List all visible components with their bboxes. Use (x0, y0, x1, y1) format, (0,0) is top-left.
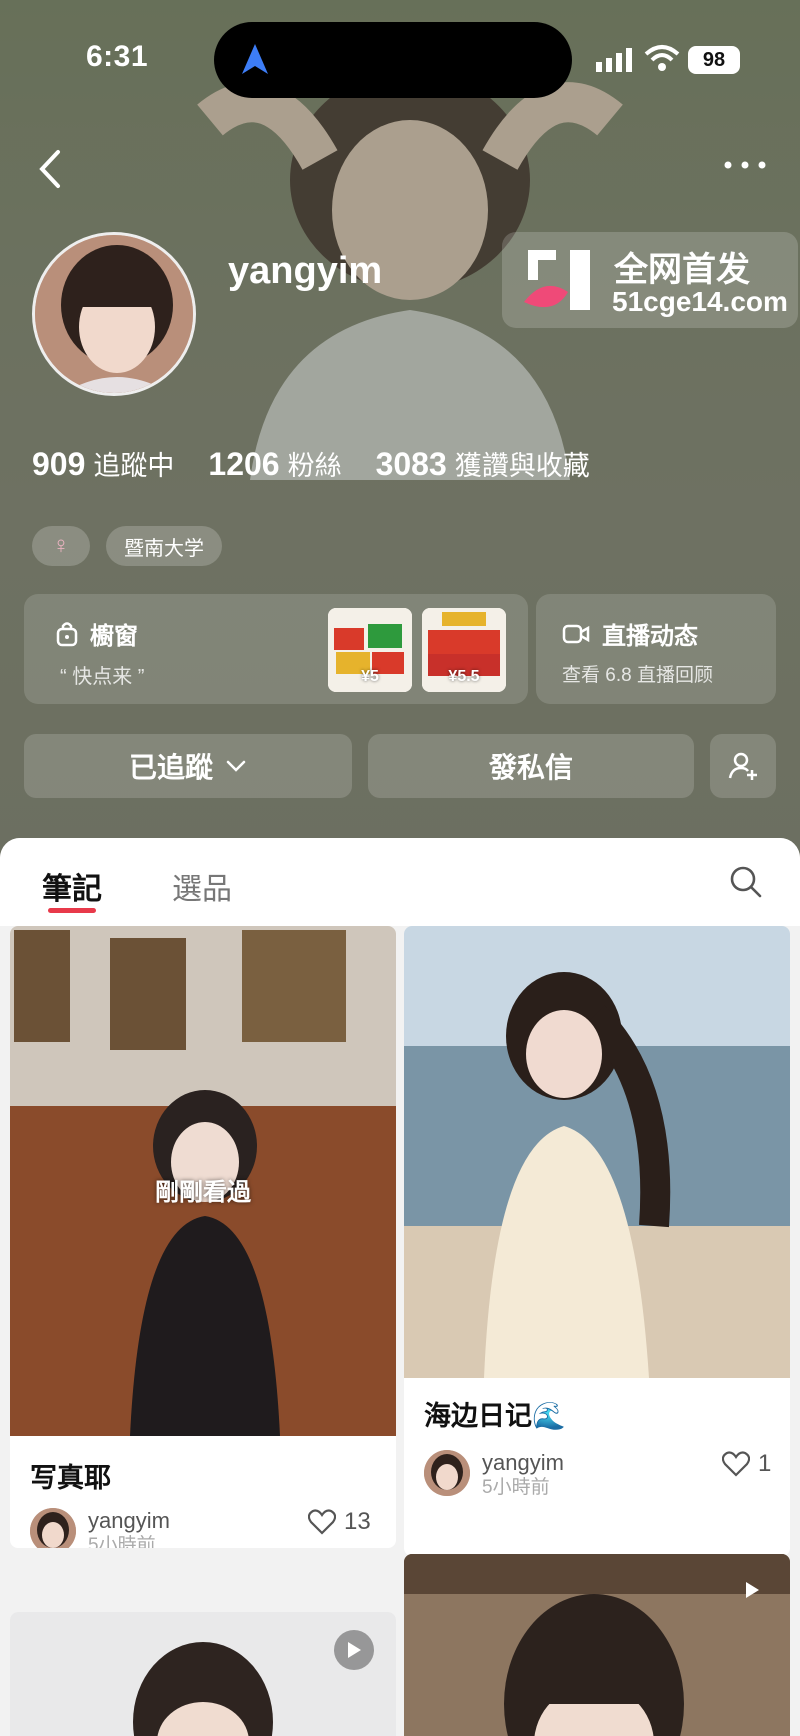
post-author[interactable]: yangyim 5小時前 (424, 1450, 564, 1500)
live-activity-subtitle: 查看 6.8 直播回顾 (562, 665, 713, 686)
stat-label: 粉絲 (287, 451, 342, 481)
add-friend-button[interactable] (710, 734, 776, 798)
battery-indicator: 98 (688, 46, 740, 74)
live-activity-label: 直播动态 (602, 623, 698, 650)
stat-likes-collections[interactable]: 3083 獲讚與收藏 (376, 444, 590, 483)
shop-window-subtitle: “ 快点来 ” (60, 666, 145, 688)
stat-value: 3083 (375, 446, 447, 482)
location-arrow-icon (242, 44, 268, 74)
post-card[interactable]: 海边日记🌊 yangyim 5小時前 1 (404, 926, 790, 1556)
post-cover-image (10, 1612, 396, 1736)
video-badge (732, 1570, 772, 1610)
watermark-domain: 51cge14.com (612, 286, 788, 317)
post-time: 5小時前 (88, 1535, 156, 1548)
back-chevron-icon[interactable] (30, 144, 70, 194)
shop-product-thumb[interactable]: ¥5 (328, 608, 412, 692)
profile-username: yangyim (228, 250, 383, 292)
post-title: 写真耶 (30, 1463, 111, 1493)
author-avatar (424, 1450, 470, 1496)
live-activity-card[interactable]: 直播动态 查看 6.8 直播回顾 (536, 594, 776, 704)
profile-avatar[interactable] (32, 232, 196, 396)
following-button-label: 已追蹤 (128, 752, 213, 783)
post-card[interactable]: 剛剛看過 写真耶 yangyim 5小時前 13 (10, 926, 396, 1548)
like-count: 13 (344, 1508, 371, 1535)
profile-stats: 909 追蹤中 1206 粉絲 3083 獲讚與收藏 (32, 444, 590, 483)
add-user-icon (728, 752, 757, 780)
status-bar: 6:31 98 (0, 0, 800, 120)
header-tint (0, 0, 800, 860)
shop-window-title: 櫥窗 (56, 616, 138, 651)
play-icon (348, 1642, 361, 1658)
video-badge (334, 1630, 374, 1670)
post-title: 海边日记🌊 (424, 1401, 566, 1431)
heart-icon (722, 1451, 750, 1477)
shop-window-card[interactable]: 櫥窗 “ 快点来 ” ¥5 ¥5.5 (24, 594, 528, 704)
product-price: ¥5 (361, 668, 379, 685)
recently-viewed-label: 剛剛看過 (155, 1179, 251, 1206)
profile-header (0, 0, 800, 860)
gender-tag: ♀ (32, 526, 90, 566)
post-cover-image (404, 1554, 790, 1736)
shop-window-label: 櫥窗 (90, 623, 138, 650)
post-author[interactable]: yangyim 5小時前 (30, 1508, 170, 1548)
chevron-down-icon (226, 760, 246, 772)
stat-label: 追蹤中 (93, 451, 175, 481)
stat-value: 909 (32, 446, 86, 482)
post-card[interactable] (10, 1612, 396, 1736)
site-watermark: 全网首发 51cge14.com (502, 232, 798, 328)
watermark-title: 全网首发 (614, 251, 750, 289)
profile-tags: ♀ 暨南大学 (32, 526, 222, 566)
school-tag[interactable]: 暨南大学 (106, 526, 222, 566)
tab-notes[interactable]: 筆記 (42, 864, 102, 908)
cellular-signal-icon (596, 48, 632, 72)
heart-icon (308, 1509, 336, 1535)
stat-label: 獲讚與收藏 (454, 451, 590, 481)
search-icon[interactable] (728, 864, 764, 900)
post-time: 5小時前 (482, 1477, 550, 1498)
stat-value: 1206 (208, 446, 280, 482)
send-message-button[interactable]: 發私信 (368, 734, 694, 798)
content-tabbar: 筆記 選品 (0, 838, 800, 926)
live-activity-title: 直播动态 (562, 616, 698, 651)
author-name: yangyim (88, 1508, 170, 1533)
product-price: ¥5.5 (448, 668, 480, 685)
following-button[interactable]: 已追蹤 (24, 734, 352, 798)
post-card[interactable] (404, 1554, 790, 1736)
like-button[interactable]: 13 (308, 1508, 371, 1536)
author-avatar (30, 1508, 76, 1548)
play-icon (746, 1582, 759, 1598)
active-tab-indicator (48, 908, 96, 913)
video-camera-icon (562, 624, 590, 643)
shopping-bag-icon (56, 621, 78, 646)
tab-selections[interactable]: 選品 (172, 864, 232, 908)
watermark-logo-icon (524, 250, 590, 310)
stat-followers[interactable]: 1206 粉絲 (208, 444, 341, 483)
like-count: 1 (758, 1450, 772, 1477)
dynamic-island (214, 22, 572, 98)
stat-following[interactable]: 909 追蹤中 (32, 444, 174, 483)
send-message-label: 發私信 (488, 752, 573, 783)
like-button[interactable]: 1 (722, 1450, 771, 1478)
status-time: 6:31 (86, 40, 149, 73)
post-cover-image (404, 926, 790, 1378)
shop-product-thumb[interactable]: ¥5.5 (422, 608, 506, 692)
author-name: yangyim (482, 1450, 564, 1475)
wifi-icon (644, 45, 680, 71)
content-panel: 筆記 選品 剛剛看過 写真耶 yangyim 5小時前 13 海边日记🌊 yan… (0, 838, 800, 1736)
avatar-portrait-image (35, 235, 193, 393)
more-options-icon[interactable] (720, 150, 770, 180)
